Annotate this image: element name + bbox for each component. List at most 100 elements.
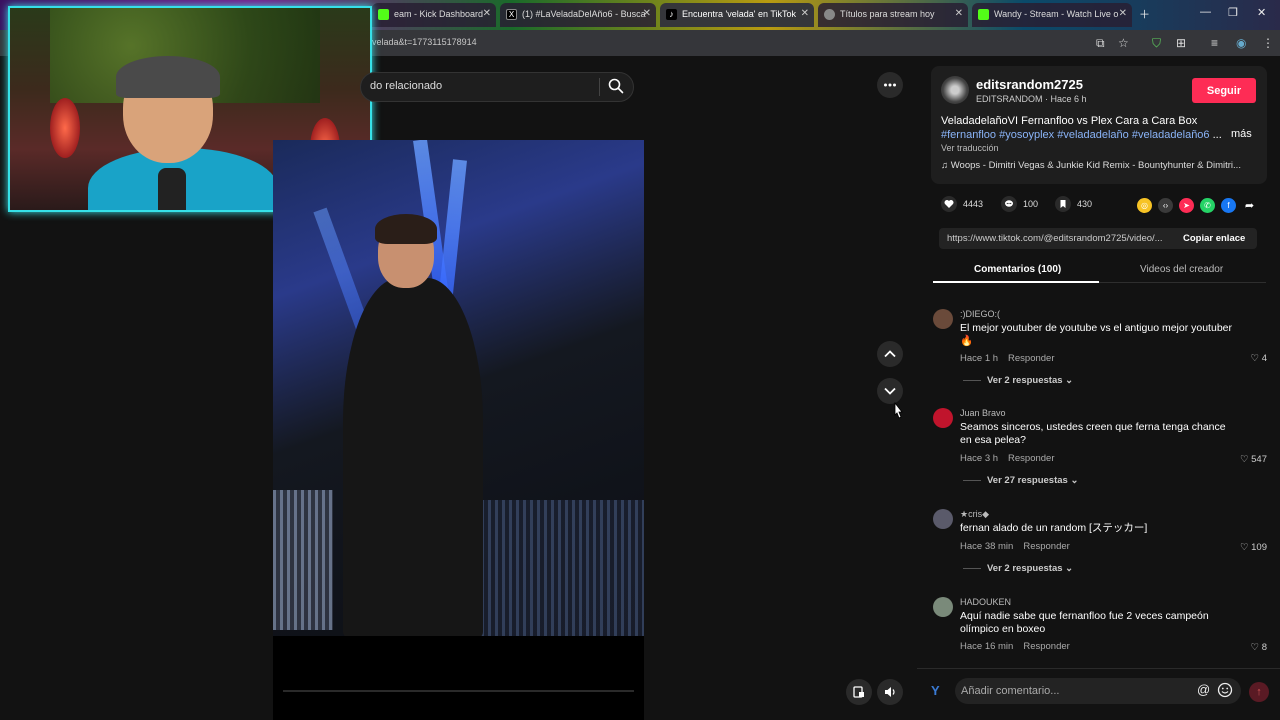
browser-tab-wandy[interactable]: Wandy - Stream - Watch Live o ✕ (972, 3, 1132, 27)
comment-like-count: 4 (1261, 353, 1267, 364)
video-player[interactable] (273, 140, 644, 636)
speaker-icon (885, 687, 895, 697)
heart-icon (941, 196, 957, 212)
hashtag-veladadelano6[interactable]: #veladadelaño6 (1132, 129, 1210, 141)
view-replies-button[interactable]: Ver 27 respuestas ⌄ (963, 475, 1078, 486)
more-options-button[interactable] (877, 72, 903, 98)
reply-button[interactable]: Responder (1008, 453, 1054, 464)
window-close-icon[interactable]: ✕ (1257, 6, 1266, 19)
reply-button[interactable]: Responder (1008, 353, 1054, 364)
comment-like[interactable]: ♡ 109 (1240, 542, 1267, 553)
comment-username[interactable]: HADOUKEN (960, 597, 1011, 607)
close-icon[interactable]: ✕ (801, 8, 809, 19)
hashtag-yosoyplex[interactable]: #yosoyplex (999, 129, 1054, 141)
comment-username[interactable]: Juan Bravo (960, 408, 1006, 418)
install-app-icon[interactable]: ⧉ (1096, 36, 1105, 51)
tab-comments[interactable]: Comentarios (100) (974, 264, 1061, 275)
reply-button[interactable]: Responder (1023, 641, 1069, 652)
send-to-friend-icon[interactable]: ➤ (1179, 198, 1194, 213)
volume-button[interactable] (877, 679, 903, 705)
post-comment-button[interactable]: ↑ (1249, 682, 1269, 702)
video-progress-bar[interactable] (283, 690, 634, 692)
browser-tab-titulos[interactable]: Títulos para stream hoy ✕ (818, 3, 968, 27)
tab-label: eam - Kick Dashboard (394, 9, 484, 19)
bookmark-star-icon[interactable]: ☆ (1118, 36, 1129, 50)
browser-tab-kick[interactable]: eam - Kick Dashboard ✕ (372, 3, 496, 27)
extensions-icon[interactable]: ⊞ (1176, 36, 1186, 50)
creator-username[interactable]: editsrandom2725 (976, 77, 1083, 92)
minimize-icon[interactable]: — (1200, 6, 1211, 18)
comment-item: HADOUKEN Aquí nadie sabe que fernanfloo … (933, 597, 1267, 657)
microphone (158, 168, 186, 210)
comment-avatar[interactable] (933, 309, 953, 329)
browser-tab-tiktok[interactable]: ♪ Encuentra 'velada' en TikTok ✕ (660, 3, 814, 27)
comment-avatar[interactable] (933, 408, 953, 428)
menu-kebab-icon[interactable]: ⋮ (1262, 36, 1274, 50)
search-input[interactable]: do relacionado (370, 80, 442, 92)
comment-text: fernan alado de un random [ステッカー] (960, 522, 1148, 534)
comment-username[interactable]: ★cris◆ (960, 509, 989, 520)
close-icon[interactable]: ✕ (955, 8, 963, 19)
reply-button[interactable]: Responder (1023, 541, 1069, 552)
close-icon[interactable]: ✕ (1119, 8, 1127, 19)
led-screen (273, 490, 333, 630)
mention-icon[interactable]: @ (1197, 682, 1210, 697)
browser-tab-x[interactable]: X (1) #LaVeladaDelAño6 - Busca ✕ (500, 3, 656, 27)
comment-meta: Hace 3 h Responder (960, 453, 1055, 464)
comment-avatar[interactable] (933, 597, 953, 617)
comment-username[interactable]: :)DIEGO:( (960, 309, 1000, 319)
view-replies-button[interactable]: Ver 2 respuestas ⌄ (963, 563, 1073, 574)
next-video-button[interactable] (877, 378, 903, 404)
close-icon[interactable]: ✕ (643, 8, 651, 19)
embed-code-icon[interactable]: ‹› (1158, 198, 1173, 213)
globe-icon (824, 9, 835, 20)
hashtag-fernanfloo[interactable]: #fernanfloo (941, 129, 996, 141)
comment-bubble-icon (1001, 196, 1017, 212)
comment-text: El mejor youtuber de youtube vs el antig… (960, 322, 1232, 347)
close-icon[interactable]: ✕ (483, 8, 491, 19)
music-track[interactable]: ♫ Woops - Dimitri Vegas & Junkie Kid Rem… (941, 160, 1257, 171)
save-stat[interactable]: 430 (1055, 196, 1092, 212)
share-arrow-icon[interactable]: ➦ (1242, 198, 1257, 213)
video-link[interactable]: https://www.tiktok.com/@editsrandom2725/… (947, 233, 1173, 244)
whatsapp-icon[interactable]: ✆ (1200, 198, 1215, 213)
view-replies-button[interactable]: Ver 2 respuestas ⌄ (963, 375, 1073, 386)
comment-stat[interactable]: 100 (1001, 196, 1038, 212)
emoji-icon[interactable] (1217, 682, 1233, 698)
new-tab-icon[interactable]: ＋ (1139, 6, 1150, 22)
comment-like[interactable]: ♡ 8 (1251, 642, 1267, 653)
like-stat[interactable]: 4443 (941, 196, 983, 212)
miniplayer-button[interactable] (846, 679, 872, 705)
chevron-down-icon (884, 387, 896, 395)
comment-time: Hace 38 min (960, 541, 1014, 552)
copy-link-button[interactable]: Copiar enlace (1183, 233, 1245, 244)
x-logo-icon: X (506, 9, 517, 20)
tab-creator-videos[interactable]: Videos del creador (1140, 264, 1223, 275)
profile-icon[interactable]: ◉ (1236, 36, 1246, 50)
search-icon[interactable] (607, 77, 625, 95)
translate-link[interactable]: Ver traducción (941, 143, 999, 153)
creator-avatar[interactable] (941, 76, 969, 104)
hashtag-veladadelano[interactable]: #veladadelaño (1057, 129, 1129, 141)
ellipsis-icon (884, 83, 896, 87)
comment-count: 100 (1023, 199, 1039, 209)
comment-like[interactable]: ♡ 4 (1251, 353, 1267, 364)
comment-like[interactable]: ♡ 547 (1240, 454, 1267, 465)
media-control-icon[interactable]: ≡ (1211, 36, 1218, 50)
description-ellipsis: ... (1209, 129, 1222, 141)
shield-extension-icon[interactable]: ⛉ (1152, 36, 1161, 51)
share-coin-icon[interactable]: ◎ (1137, 198, 1152, 213)
chevron-up-icon (884, 350, 896, 358)
comment-time: Hace 16 min (960, 641, 1014, 652)
kick-icon (378, 9, 389, 20)
comment-avatar[interactable] (933, 509, 953, 529)
follow-button[interactable]: Seguir (1192, 78, 1256, 103)
comment-meta: Hace 38 min Responder (960, 541, 1070, 552)
more-link[interactable]: más (1231, 128, 1252, 140)
comment-item: :)DIEGO:( El mejor youtuber de youtube v… (933, 309, 1267, 389)
creator-subline: EDITSRANDOM · Hace 6 h (976, 94, 1087, 104)
facebook-icon[interactable]: f (1221, 198, 1236, 213)
maximize-icon[interactable]: ❐ (1228, 6, 1238, 19)
previous-video-button[interactable] (877, 341, 903, 367)
url-text[interactable]: velada&t=1773115178914 (372, 37, 477, 47)
